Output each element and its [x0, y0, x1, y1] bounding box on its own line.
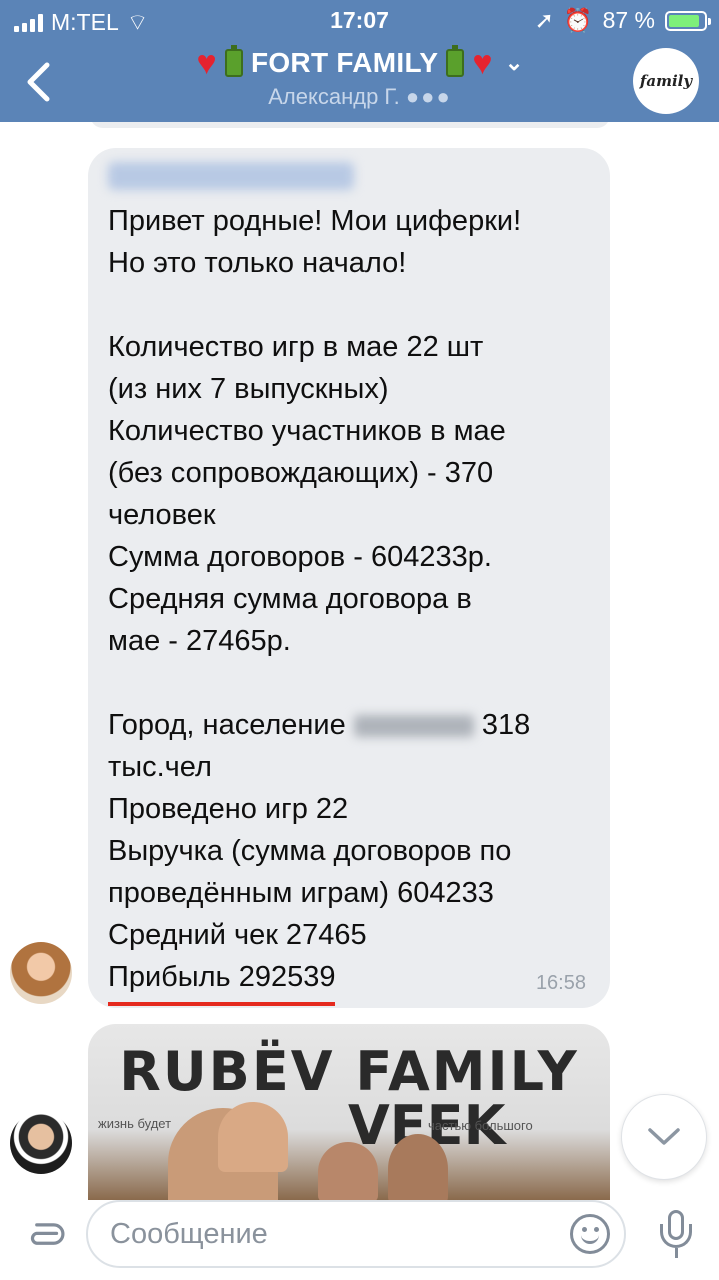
- scroll-down-button[interactable]: [621, 1094, 707, 1180]
- photo-person: [218, 1102, 288, 1172]
- blurred-city-name: [353, 715, 474, 738]
- photo-banner-left: жизнь будет: [98, 1116, 172, 1131]
- message-line: Город, население: [108, 709, 346, 741]
- photo-person: [318, 1142, 378, 1200]
- photo-attachment[interactable]: RUBЁV FAMILY VEEK жизнь будет частью бол…: [88, 1024, 610, 1200]
- message-list[interactable]: Привет родные! Мои циферки! Но это тольк…: [0, 122, 719, 1200]
- chat-title: FORT FAMILY: [250, 47, 439, 78]
- heart-icon: ♥: [196, 44, 217, 82]
- typing-user: Александр Г.: [268, 84, 400, 109]
- chevron-down-icon: [648, 1128, 680, 1145]
- sender-name-blurred: [108, 162, 354, 190]
- message-line: Средний чек 27465: [108, 919, 367, 951]
- group-avatar-text: family: [639, 72, 693, 90]
- message-line: Но это только начало!: [108, 247, 407, 279]
- message-line: Привет родные! Мои циферки!: [108, 205, 522, 237]
- message-line: 318: [481, 709, 531, 741]
- battery-percent: 87 %: [602, 7, 655, 33]
- alarm-icon: ⏰: [563, 7, 593, 33]
- message-line: Сумма договоров - 604233р.: [108, 541, 492, 573]
- message-line: Количество игр в мае 22 шт: [108, 331, 484, 363]
- heart-icon: ♥: [472, 44, 493, 82]
- message-time: 16:58: [535, 972, 586, 994]
- chevron-down-icon: ⌄: [504, 50, 524, 75]
- sender-avatar[interactable]: [10, 942, 72, 1004]
- message-line: проведённым играм) 604233: [108, 877, 494, 909]
- battery-icon: [665, 10, 711, 31]
- photo-banner-right: частью большого: [428, 1118, 533, 1133]
- message-bubble[interactable]: Привет родные! Мои циферки! Но это тольк…: [88, 148, 610, 1008]
- chat-header: M:TEL ⌔ 17:07 ➚ ⏰ 87 % ♥ FORT FAMILY ♥ ⌄…: [0, 0, 719, 122]
- location-icon: ➚: [534, 7, 554, 33]
- microphone-icon[interactable]: [656, 1210, 696, 1266]
- message-line: Выручка (сумма договоров по: [108, 835, 512, 867]
- message-line: тыс.чел: [108, 751, 212, 783]
- message-line: Средняя сумма договора в: [108, 583, 472, 615]
- message-line: человек: [108, 499, 216, 531]
- composer: [0, 1200, 719, 1280]
- battery-emoji-icon: [224, 45, 243, 77]
- message-line: мае - 27465р.: [108, 625, 291, 657]
- group-avatar[interactable]: family: [633, 48, 699, 114]
- message-line: Количество участников в мае: [108, 415, 506, 447]
- emoji-icon[interactable]: [570, 1214, 610, 1254]
- sender-avatar[interactable]: [10, 1112, 72, 1174]
- paperclip-icon[interactable]: [10, 1208, 72, 1270]
- typing-indicator: ●●●: [405, 84, 452, 109]
- message-line: (без сопровождающих) - 370: [108, 457, 494, 489]
- previous-message-bubble: [90, 122, 610, 128]
- photo-person: [388, 1134, 448, 1200]
- message-line: Проведено игр 22: [108, 793, 349, 825]
- chevron-left-icon: [27, 62, 50, 102]
- status-bar: M:TEL ⌔ 17:07 ➚ ⏰ 87 %: [0, 0, 719, 40]
- message-text: Привет родные! Мои циферки! Но это тольк…: [108, 200, 598, 1006]
- battery-emoji-icon: [446, 45, 465, 77]
- message-line: (из них 7 выпускных): [108, 373, 389, 405]
- chat-title-block[interactable]: ♥ FORT FAMILY ♥ ⌄ Александр Г. ●●●: [120, 44, 600, 110]
- back-button[interactable]: [18, 58, 58, 106]
- profit-line: Прибыль 292539: [108, 956, 336, 1006]
- message-input[interactable]: [86, 1200, 626, 1268]
